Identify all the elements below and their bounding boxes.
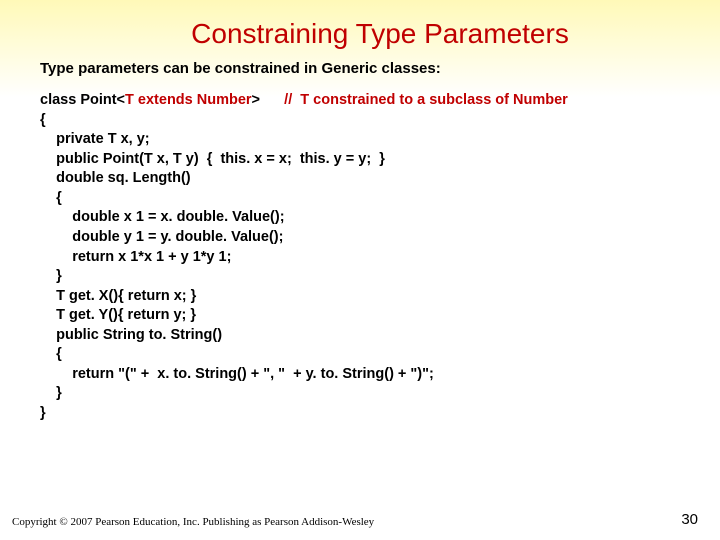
code-line: T get. X(){ return x; } — [40, 287, 720, 307]
code-line: public Point(T x, T y) { this. x = x; th… — [40, 150, 720, 170]
code-line: double sq. Length() — [40, 169, 720, 189]
code-comment: // T constrained to a subclass of Number — [284, 92, 568, 108]
code-line: private T x, y; — [40, 130, 720, 150]
code-line: public String to. String() — [40, 326, 720, 346]
code-line: { — [40, 345, 720, 365]
copyright-footer: Copyright © 2007 Pearson Education, Inc.… — [12, 516, 374, 528]
code-line: return x 1*x 1 + y 1*y 1; — [40, 248, 720, 268]
code-line: double y 1 = y. double. Value(); — [40, 228, 720, 248]
generic-constraint: T extends Number — [125, 92, 252, 108]
code-line: double x 1 = x. double. Value(); — [40, 208, 720, 228]
code-line: } — [40, 267, 720, 287]
code-line: } — [40, 384, 720, 404]
code-line: { — [40, 111, 720, 131]
code-line: T get. Y(){ return y; } — [40, 306, 720, 326]
slide-subtitle: Type parameters can be constrained in Ge… — [40, 60, 720, 77]
slide: Constraining Type Parameters Type parame… — [0, 0, 720, 540]
code-text: class Point< — [40, 92, 125, 108]
page-number: 30 — [681, 511, 698, 528]
code-line: class Point<T extends Number> // T const… — [40, 91, 720, 111]
code-line: return "(" + x. to. String() + ", " + y.… — [40, 365, 720, 385]
slide-title: Constraining Type Parameters — [40, 0, 720, 58]
code-text: > — [252, 92, 285, 108]
code-block: class Point<T extends Number> // T const… — [40, 91, 720, 424]
code-line: { — [40, 189, 720, 209]
code-line: } — [40, 404, 720, 424]
